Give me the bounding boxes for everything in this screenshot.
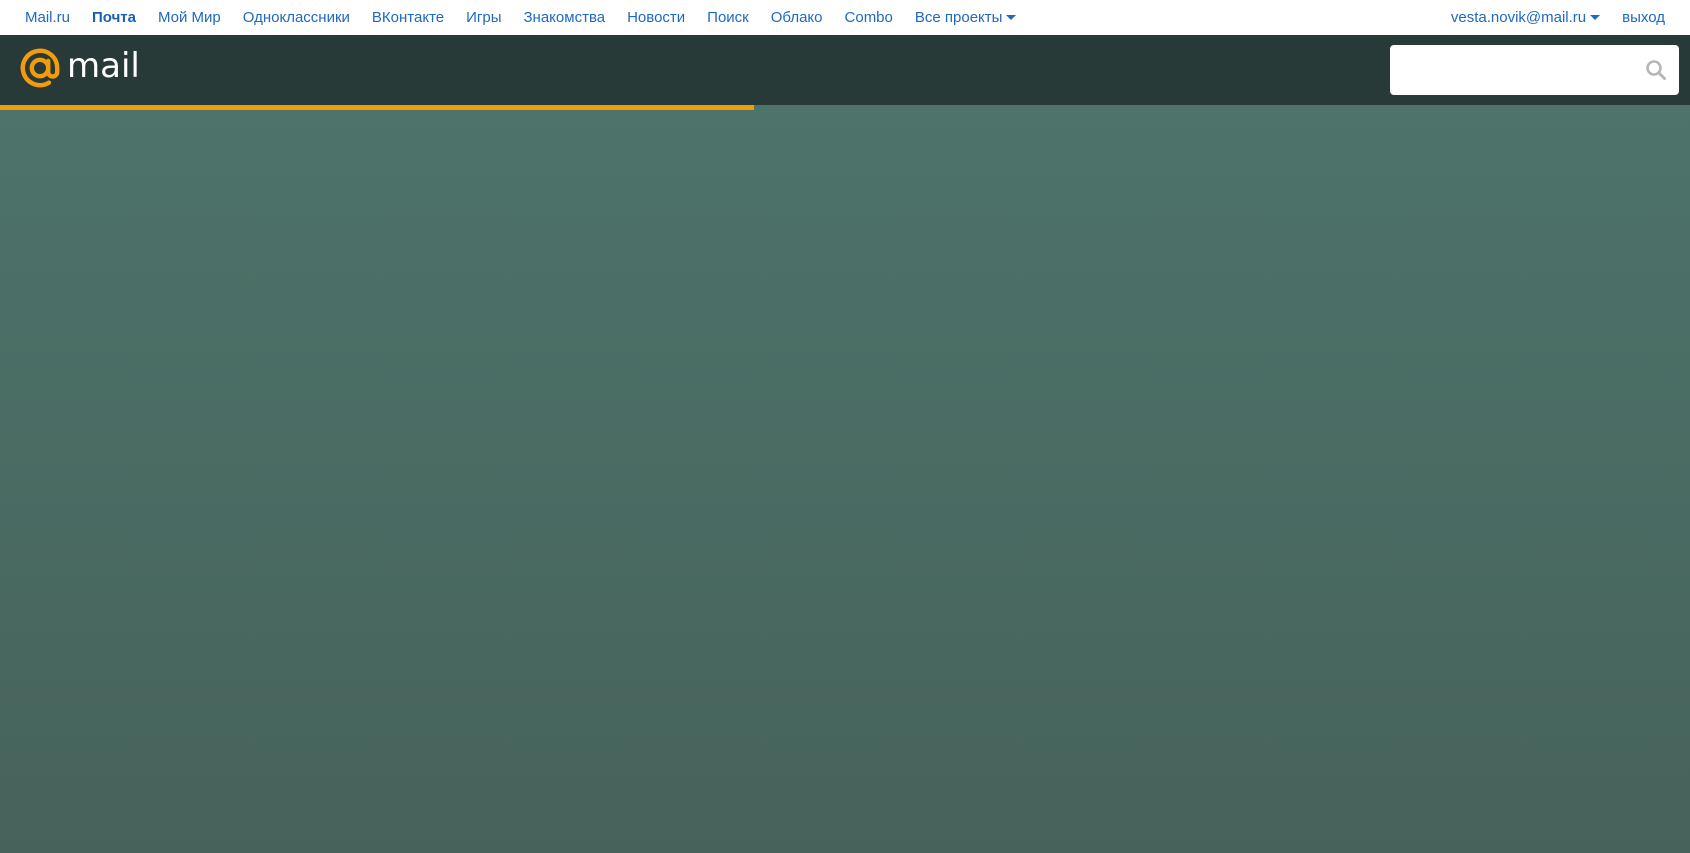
portal-nav-links: Mail.ru Почта Мой Мир Одноклассники ВКон… — [14, 0, 1027, 35]
search-icon[interactable] — [1645, 59, 1667, 81]
portal-link-moy-mir[interactable]: Мой Мир — [147, 0, 232, 35]
portal-link-pochta[interactable]: Почта — [81, 0, 147, 35]
portal-link-vkontakte[interactable]: ВКонтакте — [361, 0, 455, 35]
user-account-dropdown[interactable]: vesta.novik@mail.ru — [1440, 0, 1611, 35]
portal-link-oblako[interactable]: Облако — [760, 0, 834, 35]
mail-logo[interactable]: mail — [19, 46, 140, 90]
mail-header: mail — [0, 35, 1690, 105]
main-content-area — [0, 105, 1690, 853]
portal-user-area: vesta.novik@mail.ru выход — [1440, 0, 1676, 35]
user-email: vesta.novik@mail.ru — [1450, 9, 1587, 26]
portal-link-igry[interactable]: Игры — [455, 0, 512, 35]
logo-text: mail — [67, 46, 140, 86]
logout-link[interactable]: выход — [1611, 0, 1676, 35]
all-projects-label: Все проекты — [914, 9, 1003, 26]
loading-progress-fill — [0, 105, 754, 110]
chevron-down-icon — [1006, 14, 1017, 20]
all-projects-dropdown[interactable]: Все проекты — [904, 0, 1028, 35]
portal-link-odnoklassniki[interactable]: Одноклассники — [232, 0, 361, 35]
portal-link-mailru[interactable]: Mail.ru — [14, 0, 81, 35]
at-sign-icon — [20, 48, 60, 88]
portal-link-poisk[interactable]: Поиск — [696, 0, 760, 35]
chevron-down-icon — [1590, 14, 1601, 20]
portal-nav-bar: Mail.ru Почта Мой Мир Одноклассники ВКон… — [0, 0, 1690, 35]
loading-progress-bar — [0, 105, 1690, 110]
search-box[interactable] — [1390, 45, 1679, 97]
portal-link-novosti[interactable]: Новости — [616, 0, 696, 35]
portal-link-znakomstva[interactable]: Знакомства — [513, 0, 617, 35]
search-input[interactable] — [1402, 45, 1636, 97]
portal-link-combo[interactable]: Combo — [834, 0, 904, 35]
